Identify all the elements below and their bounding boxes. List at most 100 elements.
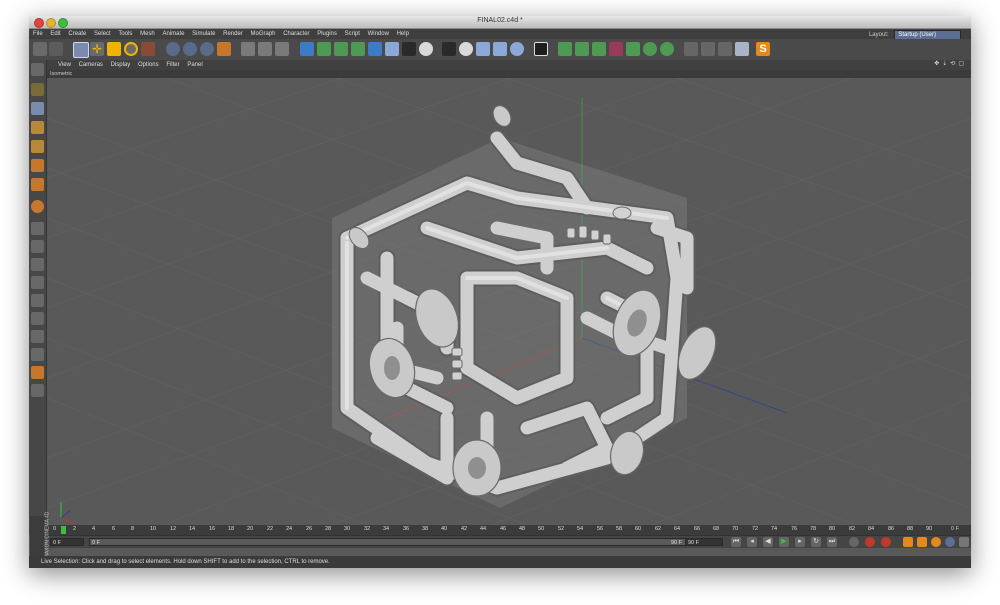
camera-object-icon[interactable]: [442, 42, 456, 56]
menu-file[interactable]: File: [30, 29, 46, 39]
recent-tool-icon[interactable]: [141, 42, 155, 56]
texture-mode-icon[interactable]: [31, 121, 44, 134]
menu-character[interactable]: Character: [280, 29, 312, 39]
viewport-menu-view[interactable]: View: [55, 60, 74, 70]
render-view-icon[interactable]: [241, 42, 255, 56]
menu-script[interactable]: Script: [342, 29, 363, 39]
object-mode-icon[interactable]: [31, 102, 44, 115]
end-frame-field[interactable]: 90 F: [685, 538, 723, 546]
locked-workplane-icon[interactable]: [31, 348, 44, 361]
snap-icon[interactable]: [684, 42, 698, 56]
coordinate-system-icon[interactable]: [217, 42, 231, 56]
camera-icon[interactable]: [402, 42, 416, 56]
light-icon[interactable]: [419, 42, 433, 56]
polygons-mode-icon[interactable]: [31, 200, 44, 213]
move-icon[interactable]: ✛: [90, 42, 104, 56]
array-icon[interactable]: [351, 42, 365, 56]
scale-icon[interactable]: [107, 42, 121, 56]
timeline-ruler[interactable]: 0 2 4 6 8 10 12 14 16 18 20 22 24 26 28 …: [47, 525, 971, 535]
magnet-icon[interactable]: [31, 384, 44, 397]
character-joint-icon[interactable]: [609, 42, 623, 56]
loop-icon[interactable]: ↻: [811, 537, 821, 547]
play-icon[interactable]: ▶: [779, 537, 789, 547]
script-icon[interactable]: [735, 42, 749, 56]
axis-mode-icon[interactable]: [31, 222, 44, 235]
render-settings-icon[interactable]: [275, 42, 289, 56]
workplane-icon[interactable]: [701, 42, 715, 56]
viewport-menu-options[interactable]: Options: [135, 60, 162, 70]
menu-select[interactable]: Select: [91, 29, 114, 39]
step-back-icon[interactable]: ◀: [763, 537, 773, 547]
sculpt-icon[interactable]: [643, 42, 657, 56]
subdivision-surface-icon[interactable]: [334, 42, 348, 56]
rotation-key-icon[interactable]: [931, 537, 941, 547]
position-key-icon[interactable]: [903, 537, 913, 547]
floor-icon[interactable]: [385, 42, 399, 56]
solo-mode-icon[interactable]: [31, 258, 44, 271]
quantize-icon[interactable]: [718, 42, 732, 56]
enable-snap-icon[interactable]: [31, 276, 44, 289]
viewport-menu-panel[interactable]: Panel: [184, 60, 205, 70]
texture-tag-icon[interactable]: [31, 330, 44, 343]
y-axis-lock-icon[interactable]: [183, 42, 197, 56]
viewport-menu-display[interactable]: Display: [108, 60, 134, 70]
record-keys-icon[interactable]: [849, 537, 859, 547]
floor-object-icon[interactable]: [476, 42, 490, 56]
sky-object-icon[interactable]: [510, 42, 524, 56]
planar-workplane-icon[interactable]: [31, 366, 44, 379]
mograph-cloner-icon[interactable]: [558, 42, 572, 56]
mograph-fracture-icon[interactable]: [575, 42, 589, 56]
model-mode-icon[interactable]: [31, 83, 44, 96]
menu-render[interactable]: Render: [220, 29, 246, 39]
menu-create[interactable]: Create: [65, 29, 89, 39]
workplane-mode-icon[interactable]: [31, 140, 44, 153]
start-frame-field[interactable]: 0 F: [50, 538, 84, 546]
menu-tools[interactable]: Tools: [115, 29, 135, 39]
menu-animate[interactable]: Animate: [159, 29, 187, 39]
scale-key-icon[interactable]: [917, 537, 927, 547]
cube-object-icon[interactable]: [300, 42, 314, 56]
edges-mode-icon[interactable]: [31, 178, 44, 191]
viewport-nav-icons[interactable]: ✥⇣⟲▢: [934, 60, 967, 67]
menu-window[interactable]: Window: [365, 29, 392, 39]
previous-keyframe-icon[interactable]: ◂: [747, 537, 757, 547]
parameter-key-icon[interactable]: [945, 537, 955, 547]
preview-range-slider[interactable]: 0 F 90 F: [89, 538, 689, 546]
go-to-end-icon[interactable]: ⏭: [827, 537, 837, 547]
background-object-icon[interactable]: [493, 42, 507, 56]
points-mode-icon[interactable]: [31, 159, 44, 172]
z-axis-lock-icon[interactable]: [200, 42, 214, 56]
point-level-animation-icon[interactable]: [959, 537, 969, 547]
playhead-marker[interactable]: [61, 526, 66, 534]
keyframe-selection-icon[interactable]: [881, 537, 891, 547]
mograph-matrix-icon[interactable]: [592, 42, 606, 56]
light-object-icon[interactable]: [459, 42, 473, 56]
undo-icon[interactable]: [33, 42, 47, 56]
rotate-icon[interactable]: [124, 42, 138, 56]
make-editable-icon[interactable]: [31, 63, 44, 76]
redo-icon[interactable]: [49, 42, 63, 56]
tweak-mode-icon[interactable]: [31, 240, 44, 253]
menu-edit[interactable]: Edit: [47, 29, 63, 39]
step-forward-icon[interactable]: ▸: [795, 537, 805, 547]
menu-help[interactable]: Help: [394, 29, 412, 39]
auto-keying-icon[interactable]: [865, 537, 875, 547]
viewport-menu-filter[interactable]: Filter: [163, 60, 182, 70]
3d-viewport[interactable]: [47, 78, 971, 533]
x-axis-lock-icon[interactable]: [166, 42, 180, 56]
sketch-and-toon-icon[interactable]: S: [756, 42, 770, 56]
render-picture-viewer-icon[interactable]: [258, 42, 272, 56]
soft-selection-icon[interactable]: [31, 294, 44, 307]
menu-mograph[interactable]: MoGraph: [248, 29, 279, 39]
menu-simulate[interactable]: Simulate: [189, 29, 218, 39]
hair-icon[interactable]: [660, 42, 674, 56]
viewport-menu-cameras[interactable]: Cameras: [76, 60, 106, 70]
bend-deformer-icon[interactable]: [368, 42, 382, 56]
menu-mesh[interactable]: Mesh: [137, 29, 158, 39]
viewport-solo-icon[interactable]: [31, 312, 44, 325]
viewport-scene[interactable]: [47, 78, 971, 533]
display-mode-icon[interactable]: [534, 42, 548, 56]
spline-pen-icon[interactable]: [317, 42, 331, 56]
menu-plugins[interactable]: Plugins: [314, 29, 340, 39]
go-to-start-icon[interactable]: ⏮: [731, 537, 741, 547]
